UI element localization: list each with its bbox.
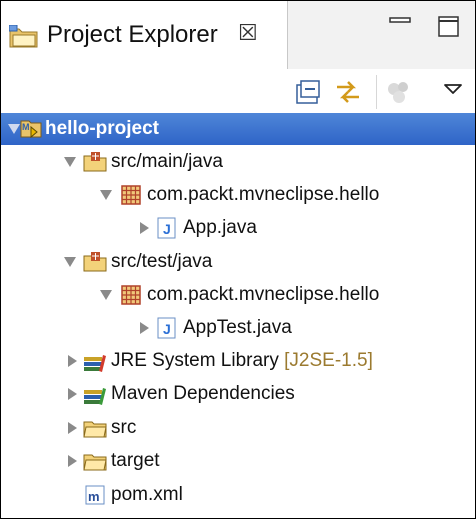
svg-text:M: M bbox=[22, 122, 30, 132]
tree-item-package-main[interactable]: com.packt.mvneclipse.hello bbox=[1, 179, 475, 211]
package-icon bbox=[119, 183, 143, 207]
folder-icon bbox=[83, 416, 107, 440]
maven-project-icon: M bbox=[19, 117, 43, 141]
tree-item-pom-xml[interactable]: m pom.xml bbox=[1, 479, 475, 511]
tree-item-src[interactable]: src bbox=[1, 412, 475, 444]
tree-item-label: src/test/java bbox=[111, 251, 213, 272]
tree-item-maven-dependencies[interactable]: Maven Dependencies bbox=[1, 378, 475, 410]
tree-item-label: com.packt.mvneclipse.hello bbox=[147, 184, 380, 205]
focus-active-task-icon[interactable] bbox=[384, 77, 414, 107]
expanded-arrow-icon[interactable] bbox=[63, 246, 77, 278]
tree-item-apptest-java[interactable]: J AppTest.java bbox=[1, 312, 475, 344]
collapsed-arrow-icon[interactable] bbox=[65, 445, 79, 477]
tab-project-explorer[interactable]: Project Explorer ☒ bbox=[1, 1, 288, 69]
view-tab-bar: Project Explorer ☒ bbox=[1, 1, 475, 69]
collapsed-arrow-icon[interactable] bbox=[65, 378, 79, 410]
tree-item-app-java[interactable]: J App.java bbox=[1, 212, 475, 244]
tree-item-label: pom.xml bbox=[111, 484, 183, 505]
source-folder-icon bbox=[83, 150, 107, 174]
tree-item-label: hello-project bbox=[45, 118, 160, 139]
tree-item-package-test[interactable]: com.packt.mvneclipse.hello bbox=[1, 279, 475, 311]
tree-item-jre-system-library[interactable]: JRE System Library [J2SE-1.5] bbox=[1, 345, 475, 377]
minimize-icon[interactable] bbox=[385, 11, 415, 41]
maven-pom-icon: m bbox=[83, 483, 107, 507]
library-icon bbox=[83, 382, 107, 406]
tree-item-label: src/main/java bbox=[111, 151, 223, 172]
collapsed-arrow-icon[interactable] bbox=[137, 212, 151, 244]
source-folder-icon bbox=[83, 250, 107, 274]
tree-item-label: target bbox=[111, 450, 160, 471]
library-icon bbox=[83, 349, 107, 373]
tree-item-hello-project[interactable]: M hello-project bbox=[1, 113, 475, 145]
java-file-icon: J bbox=[155, 216, 179, 240]
tree-item-decoration: [J2SE-1.5] bbox=[284, 350, 373, 371]
svg-text:J: J bbox=[163, 221, 171, 237]
expanded-arrow-icon[interactable] bbox=[99, 179, 113, 211]
tree-item-label: App.java bbox=[183, 217, 257, 238]
project-explorer-view: Project Explorer ☒ M hello-project src/m… bbox=[0, 0, 476, 519]
tree-item-target[interactable]: target bbox=[1, 445, 475, 477]
svg-text:m: m bbox=[88, 489, 100, 504]
package-icon bbox=[119, 283, 143, 307]
tree-item-label: AppTest.java bbox=[183, 317, 292, 338]
tree-item-label: Maven Dependencies bbox=[111, 383, 295, 404]
tree-item-src-main-java[interactable]: src/main/java bbox=[1, 146, 475, 178]
java-file-icon: J bbox=[155, 316, 179, 340]
tree-item-src-test-java[interactable]: src/test/java bbox=[1, 246, 475, 278]
expanded-arrow-icon[interactable] bbox=[63, 146, 77, 178]
link-with-editor-icon[interactable] bbox=[333, 77, 363, 107]
tree-item-label: com.packt.mvneclipse.hello bbox=[147, 284, 380, 305]
tab-title: Project Explorer bbox=[47, 21, 218, 48]
folder-icon bbox=[83, 449, 107, 473]
collapse-all-icon[interactable] bbox=[293, 77, 323, 107]
collapsed-arrow-icon[interactable] bbox=[65, 345, 79, 377]
close-icon[interactable]: ☒ bbox=[238, 20, 258, 46]
maximize-icon[interactable] bbox=[433, 11, 463, 41]
collapsed-arrow-icon[interactable] bbox=[137, 312, 151, 344]
project-explorer-icon bbox=[8, 24, 39, 49]
view-toolbar bbox=[1, 69, 475, 113]
svg-text:J: J bbox=[163, 321, 171, 337]
view-menu-icon[interactable] bbox=[439, 77, 469, 107]
toolbar-separator bbox=[376, 75, 377, 109]
expanded-arrow-icon[interactable] bbox=[99, 279, 113, 311]
tree-item-label: src bbox=[111, 417, 137, 438]
tree-item-label: JRE System Library [J2SE-1.5] bbox=[111, 350, 373, 371]
collapsed-arrow-icon[interactable] bbox=[65, 412, 79, 444]
